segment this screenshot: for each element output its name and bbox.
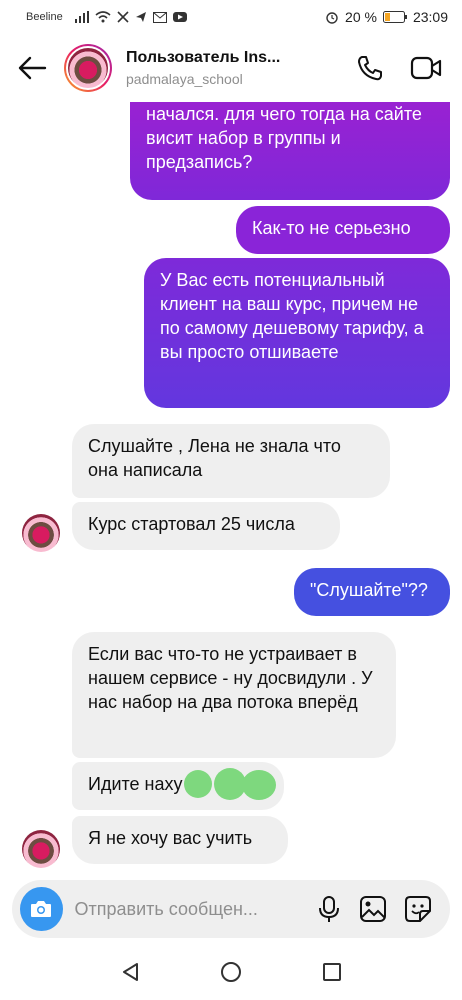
message-bubble-outgoing[interactable]: Как-то не серьезно (236, 206, 450, 254)
back-arrow-icon (18, 56, 47, 80)
message-text: "Слушайте"?? (310, 580, 428, 600)
contact-avatar[interactable] (64, 44, 112, 92)
clock-time: 23:09 (412, 9, 448, 25)
nav-home-button[interactable] (211, 952, 251, 992)
voice-message-button[interactable] (307, 886, 351, 932)
carrier-name: Beeline (26, 11, 63, 23)
message-list: сейчас вы пишите, что уже начался. для ч… (0, 102, 462, 872)
nav-back-button[interactable] (110, 952, 150, 992)
nav-recents-button[interactable] (312, 952, 352, 992)
alarm-icon (325, 10, 339, 24)
message-bubble-incoming[interactable]: Слушайте , Лена не знала что она написал… (72, 424, 390, 498)
sticker-icon (404, 896, 431, 922)
signal-icon (74, 11, 89, 23)
censor-blob (242, 770, 276, 800)
triangle-back-icon (123, 963, 139, 981)
battery-icon (382, 11, 407, 23)
message-input[interactable] (74, 898, 307, 920)
message-text: У Вас есть потенциальный клиент на ваш к… (160, 270, 424, 362)
image-icon (360, 896, 387, 922)
camera-button[interactable] (20, 887, 63, 931)
microphone-icon (318, 896, 339, 922)
video-camera-icon (410, 56, 442, 80)
message-composer (12, 880, 450, 938)
message-bubble-outgoing[interactable]: сейчас вы пишите, что уже начался. для ч… (130, 102, 450, 200)
gallery-button[interactable] (351, 886, 395, 932)
message-bubble-outgoing[interactable]: У Вас есть потенциальный клиент на ваш к… (144, 258, 450, 408)
message-bubble-incoming[interactable]: Я не хочу вас учить (72, 816, 288, 864)
status-bar: Beeline 20 % 23:09 (0, 0, 462, 34)
message-text: Как-то не серьезно (252, 218, 411, 238)
message-bubble-incoming[interactable]: Идите наху (72, 762, 284, 810)
system-navigation-bar (0, 944, 462, 1000)
message-text: Идите наху (88, 774, 183, 794)
mail-icon (152, 11, 167, 23)
message-bubble-incoming[interactable]: Курс стартовал 25 числа (72, 502, 340, 550)
wifi-icon (95, 11, 111, 23)
contact-titles[interactable]: Пользователь Ins... padmalaya_school (126, 49, 342, 87)
message-bubble-outgoing[interactable]: "Слушайте"?? (294, 568, 450, 616)
contact-name: Пользователь Ins... (126, 49, 281, 66)
battery-percent: 20 % (345, 9, 377, 25)
sticker-button[interactable] (396, 886, 440, 932)
telegram-icon (135, 11, 147, 23)
phone-icon (358, 56, 382, 81)
back-button[interactable] (0, 34, 64, 102)
youtube-icon (172, 12, 187, 22)
message-text: Слушайте , Лена не знала что она написал… (88, 436, 341, 480)
contact-username: padmalaya_school (126, 71, 243, 87)
message-text: Если вас что-то не устраивает в нашем се… (88, 644, 373, 712)
sender-avatar (22, 830, 60, 868)
chat-header: Пользователь Ins... padmalaya_school (0, 34, 462, 102)
circle-home-icon (220, 962, 241, 982)
message-text: Курс стартовал 25 числа (88, 514, 295, 534)
censor-blob (184, 770, 212, 798)
video-call-button[interactable] (398, 40, 454, 96)
voice-call-button[interactable] (342, 40, 398, 96)
square-recents-icon (322, 963, 341, 981)
crossed-signal-icon (117, 11, 129, 23)
message-bubble-incoming[interactable]: Если вас что-то не устраивает в нашем се… (72, 632, 396, 758)
message-text: Я не хочу вас учить (88, 828, 253, 848)
sender-avatar (22, 514, 60, 552)
message-text: сейчас вы пишите, что уже начался. для ч… (146, 104, 422, 172)
camera-icon (31, 901, 52, 917)
